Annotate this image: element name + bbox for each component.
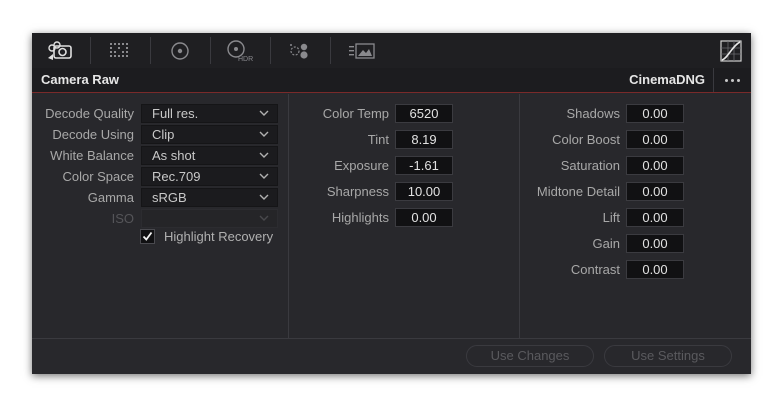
contrast-field[interactable]: 0.00: [626, 260, 684, 279]
tint-label: Tint: [367, 132, 389, 147]
chevron-down-icon: [259, 215, 269, 221]
shadows-label: Shadows: [566, 106, 620, 121]
white-balance-select[interactable]: As shot: [141, 146, 278, 165]
toolbar-separator: [210, 37, 211, 64]
midtone-detail-field[interactable]: 0.00: [626, 182, 684, 201]
color-boost-label: Color Boost: [552, 132, 620, 147]
panel-header: Camera Raw CinemaDNG: [32, 68, 751, 93]
decode-using-select[interactable]: Clip: [141, 125, 278, 144]
toolbar-separator: [90, 37, 91, 64]
decode-quality-select[interactable]: Full res.: [141, 104, 278, 123]
gain-field[interactable]: 0.00: [626, 234, 684, 253]
color-dots-icon[interactable]: [282, 33, 318, 68]
lift-field[interactable]: 0.00: [626, 208, 684, 227]
color-temp-field[interactable]: 6520: [395, 104, 453, 123]
checkmark-icon: [142, 231, 153, 241]
panel-title: Camera Raw: [41, 72, 120, 87]
grid-icon[interactable]: [102, 33, 138, 68]
curve-icon[interactable]: [716, 33, 746, 68]
chevron-down-icon: [259, 152, 269, 158]
highlight-recovery-label: Highlight Recovery: [164, 229, 274, 244]
saturation-label: Saturation: [560, 158, 620, 173]
hdr-icon[interactable]: HDR: [220, 33, 260, 68]
footer-divider: [32, 338, 751, 339]
iso-select: [141, 209, 278, 228]
tint-field[interactable]: 8.19: [395, 130, 453, 149]
midtone-detail-label: Midtone Detail: [536, 184, 620, 199]
saturation-field[interactable]: 0.00: [626, 156, 684, 175]
use-changes-button[interactable]: Use Changes: [466, 345, 594, 367]
chevron-down-icon: [259, 110, 269, 116]
exposure-field[interactable]: -1.61: [395, 156, 453, 175]
circle-target-icon[interactable]: [162, 33, 198, 68]
format-label: CinemaDNG: [629, 72, 705, 87]
color-temp-label: Color Temp: [322, 106, 389, 121]
camera-raw-icon[interactable]: [42, 33, 78, 68]
white-balance-label: White Balance: [50, 148, 134, 163]
sharpness-field[interactable]: 10.00: [395, 182, 453, 201]
chevron-down-icon: [259, 173, 269, 179]
camera-raw-panel: HDR Camera Raw CinemaDNG Decode Quality …: [32, 33, 751, 374]
color-space-label: Color Space: [62, 169, 134, 184]
highlights-label: Highlights: [331, 210, 389, 225]
iso-label: ISO: [111, 211, 134, 226]
toolbar-separator: [330, 37, 331, 64]
exposure-label: Exposure: [334, 158, 389, 173]
highlights-field[interactable]: 0.00: [395, 208, 453, 227]
contrast-label: Contrast: [570, 262, 620, 277]
chevron-down-icon: [259, 194, 269, 200]
lift-label: Lift: [602, 210, 620, 225]
hdr-label: HDR: [238, 56, 253, 63]
more-options-icon[interactable]: [714, 68, 751, 92]
toolbar-separator: [270, 37, 271, 64]
gamma-label: Gamma: [87, 190, 134, 205]
image-adjust-icon[interactable]: [342, 33, 382, 68]
sharpness-label: Sharpness: [326, 184, 389, 199]
shadows-field[interactable]: 0.00: [626, 104, 684, 123]
decode-quality-label: Decode Quality: [45, 106, 134, 121]
color-space-select[interactable]: Rec.709: [141, 167, 278, 186]
color-boost-field[interactable]: 0.00: [626, 130, 684, 149]
gain-label: Gain: [592, 236, 620, 251]
decode-using-label: Decode Using: [52, 127, 134, 142]
gamma-select[interactable]: sRGB: [141, 188, 278, 207]
highlight-recovery-checkbox[interactable]: [140, 229, 155, 244]
toolbar-separator: [150, 37, 151, 64]
use-settings-button[interactable]: Use Settings: [604, 345, 732, 367]
toolbar: HDR: [32, 33, 751, 68]
chevron-down-icon: [259, 131, 269, 137]
